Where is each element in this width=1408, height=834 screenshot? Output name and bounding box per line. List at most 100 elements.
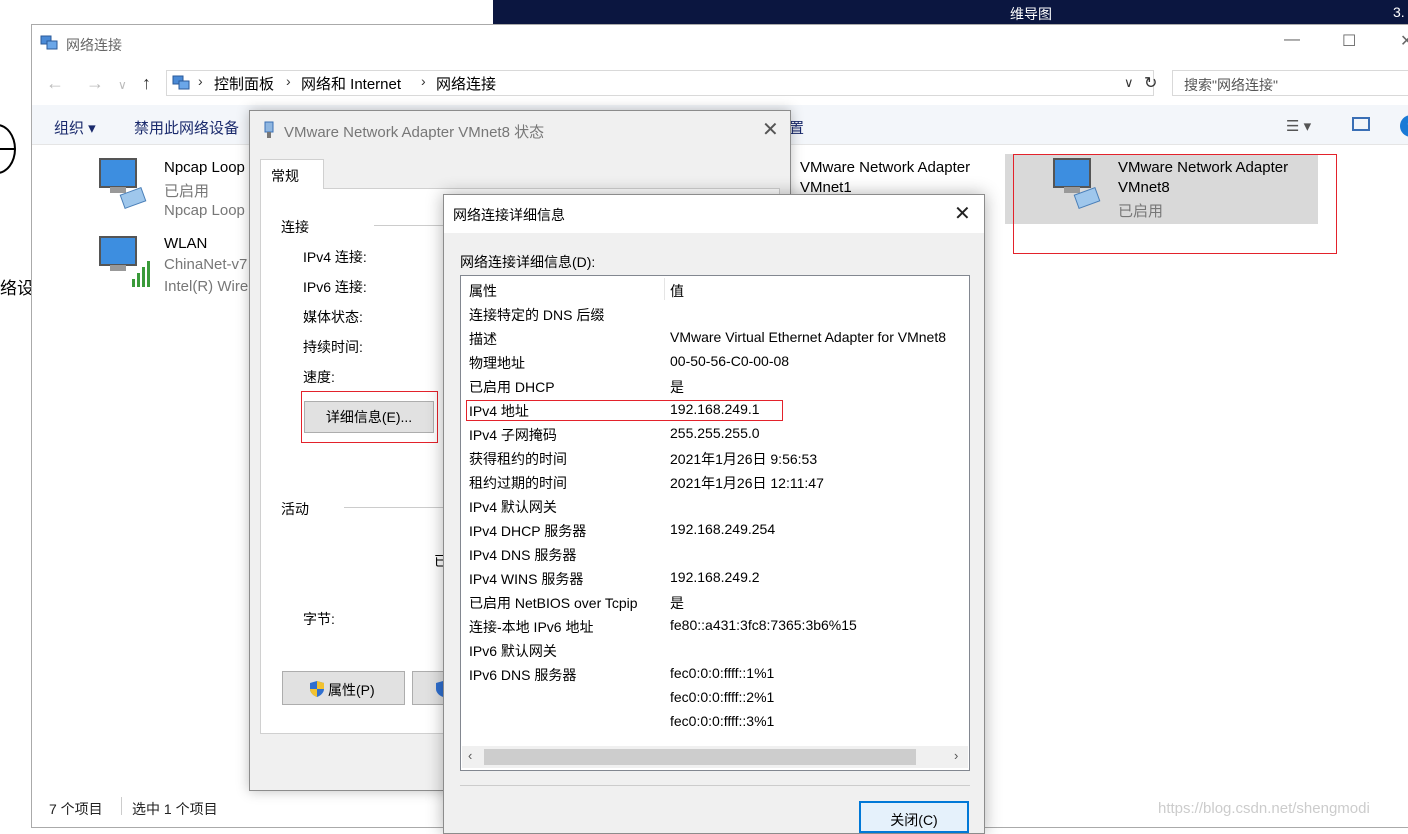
adapter-name[interactable]: WLAN bbox=[164, 235, 207, 252]
item-count: 7 个项目 bbox=[49, 801, 103, 817]
property-cell: IPv4 DHCP 服务器 bbox=[469, 523, 587, 539]
property-cell: 获得租约的时间 bbox=[469, 451, 567, 467]
property-cell: IPv6 DNS 服务器 bbox=[469, 667, 577, 683]
close-icon[interactable]: ✕ bbox=[762, 117, 779, 142]
adapter-name[interactable]: Npcap Loop bbox=[164, 159, 245, 176]
tab-general[interactable]: 常规 bbox=[260, 159, 324, 189]
property-cell: IPv4 默认网关 bbox=[469, 499, 557, 515]
table-row[interactable]: 租约过期的时间 2021年1月26日 12:11:47 bbox=[461, 470, 969, 494]
column-header-value[interactable]: 值 bbox=[670, 281, 684, 301]
column-divider[interactable] bbox=[664, 278, 665, 300]
ipv4-connectivity-label: IPv4 连接: bbox=[303, 249, 367, 265]
refresh-icon[interactable]: ↻ bbox=[1144, 73, 1157, 93]
dialog-separator bbox=[460, 785, 970, 786]
table-row[interactable]: IPv6 默认网关 bbox=[461, 638, 969, 662]
value-cell: 255.255.255.0 bbox=[670, 425, 760, 441]
wifi-adapter-icon bbox=[99, 236, 150, 287]
media-state-label: 媒体状态: bbox=[303, 309, 363, 325]
forward-arrow-icon[interactable]: → bbox=[86, 73, 104, 94]
table-row[interactable]: IPv4 DHCP 服务器 192.168.249.254 bbox=[461, 518, 969, 542]
table-row[interactable]: IPv4 子网掩码 255.255.255.0 bbox=[461, 422, 969, 446]
network-adapter-icon bbox=[99, 158, 147, 209]
selected-count: 选中 1 个项目 bbox=[132, 801, 218, 817]
property-cell: IPv4 WINS 服务器 bbox=[469, 571, 584, 587]
adapter-name[interactable]: VMware Network Adapter bbox=[800, 159, 970, 176]
background-fragment-text: 络设 bbox=[0, 279, 34, 298]
value-cell: 2021年1月26日 9:56:53 bbox=[670, 451, 818, 467]
breadcrumb-network-internet[interactable]: 网络和 Internet bbox=[301, 73, 401, 94]
property-cell: IPv4 DNS 服务器 bbox=[469, 547, 577, 563]
column-header-property[interactable]: 属性 bbox=[469, 281, 497, 301]
dialog-title: VMware Network Adapter VMnet8 状态 bbox=[284, 124, 545, 141]
table-row[interactable]: IPv4 WINS 服务器 192.168.249.2 bbox=[461, 566, 969, 590]
value-cell: fec0:0:0:ffff::1%1 bbox=[670, 665, 775, 681]
table-row[interactable]: 已启用 NetBIOS over Tcpip 是 bbox=[461, 590, 969, 614]
bytes-label: 字节: bbox=[303, 611, 335, 627]
breadcrumb-chevron-icon: › bbox=[421, 73, 426, 89]
adapter-icon bbox=[264, 121, 274, 138]
background-globe-line bbox=[0, 148, 14, 150]
connection-details-dialog: 网络连接详细信息 ✕ 网络连接详细信息(D): 属性 值 连接特定的 DNS 后… bbox=[443, 194, 985, 834]
value-cell: 是 bbox=[670, 379, 684, 395]
table-row[interactable]: IPv4 DNS 服务器 bbox=[461, 542, 969, 566]
toolbar-fragment[interactable]: 置 bbox=[789, 117, 804, 138]
breadcrumb-control-panel[interactable]: 控制面板 bbox=[214, 73, 274, 94]
value-cell: fe80::a431:3fc8:7365:3b6%15 bbox=[670, 617, 857, 633]
list-header: 属性 值 bbox=[461, 278, 969, 302]
ipv6-connectivity-label: IPv6 连接: bbox=[303, 279, 367, 295]
table-row[interactable]: IPv4 默认网关 bbox=[461, 494, 969, 518]
maximize-button[interactable]: ☐ bbox=[1342, 31, 1356, 51]
search-input[interactable]: 搜索"网络连接" bbox=[1172, 70, 1408, 96]
back-arrow-icon[interactable]: ← bbox=[46, 73, 64, 94]
table-row[interactable]: 已启用 DHCP 是 bbox=[461, 374, 969, 398]
value-cell: fec0:0:0:ffff::2%1 bbox=[670, 689, 775, 705]
details-list-view[interactable]: 属性 值 连接特定的 DNS 后缀 描述 VMware Virtual Ether… bbox=[460, 275, 970, 771]
details-list-label: 网络连接详细信息(D): bbox=[460, 254, 596, 270]
adapter-status: ChinaNet-v7 bbox=[164, 256, 248, 273]
adapter-device: Npcap Loop bbox=[164, 202, 245, 219]
group-connection-label: 连接 bbox=[281, 219, 309, 235]
search-placeholder: 搜索"网络连接" bbox=[1184, 77, 1278, 93]
preview-pane-icon[interactable] bbox=[1352, 117, 1370, 131]
breadcrumb-network-connections[interactable]: 网络连接 bbox=[436, 73, 496, 94]
value-cell: 192.168.249.254 bbox=[670, 521, 776, 537]
tab-label: 常规 bbox=[271, 168, 299, 184]
network-connections-icon bbox=[40, 35, 58, 50]
value-cell: 192.168.249.2 bbox=[670, 569, 760, 585]
view-options-icon[interactable]: ☰ ▾ bbox=[1286, 117, 1311, 135]
duration-label: 持续时间: bbox=[303, 339, 363, 355]
highlight-annotation-box bbox=[1013, 154, 1337, 254]
table-row[interactable]: IPv6 DNS 服务器 fec0:0:0:ffff::1%1 bbox=[461, 662, 969, 686]
disable-device-button[interactable]: 禁用此网络设备 bbox=[134, 117, 239, 138]
property-cell: 连接-本地 IPv6 地址 bbox=[469, 619, 594, 635]
address-dropdown-chevron-icon[interactable]: ∨ bbox=[1124, 75, 1134, 91]
table-row[interactable]: fec0:0:0:ffff::2%1 bbox=[461, 686, 969, 710]
value-cell: 2021年1月26日 12:11:47 bbox=[670, 475, 824, 491]
close-button[interactable]: 关闭(C) bbox=[859, 801, 969, 833]
table-row[interactable]: 连接-本地 IPv6 地址 fe80::a431:3fc8:7365:3b6%15 bbox=[461, 614, 969, 638]
close-icon[interactable]: ✕ bbox=[1400, 31, 1408, 51]
minimize-button[interactable]: — bbox=[1284, 31, 1300, 49]
recent-chevron-icon[interactable]: ∨ bbox=[118, 78, 127, 92]
scroll-right-icon[interactable]: › bbox=[954, 748, 958, 763]
close-button-label: 关闭(C) bbox=[890, 812, 938, 828]
scrollbar-thumb[interactable] bbox=[484, 749, 916, 765]
breadcrumb-chevron-icon: › bbox=[198, 73, 203, 89]
table-row[interactable]: 物理地址 00-50-56-C0-00-08 bbox=[461, 350, 969, 374]
properties-button[interactable]: 属性(P) bbox=[282, 671, 405, 705]
table-row[interactable]: fec0:0:0:ffff::3%1 bbox=[461, 710, 969, 734]
highlight-annotation-box bbox=[301, 391, 438, 443]
organize-button[interactable]: 组织 ▾ bbox=[54, 117, 96, 138]
group-divider bbox=[344, 507, 444, 508]
horizontal-scrollbar[interactable]: ‹ › bbox=[462, 746, 968, 768]
table-row[interactable]: 获得租约的时间 2021年1月26日 9:56:53 bbox=[461, 446, 969, 470]
table-row[interactable]: 连接特定的 DNS 后缀 bbox=[461, 302, 969, 326]
up-arrow-icon[interactable]: ↑ bbox=[142, 73, 151, 94]
table-row[interactable]: 描述 VMware Virtual Ethernet Adapter for VM… bbox=[461, 326, 969, 350]
property-cell: IPv4 子网掩码 bbox=[469, 427, 557, 443]
group-activity-label: 活动 bbox=[281, 501, 309, 517]
value-cell: 00-50-56-C0-00-08 bbox=[670, 353, 790, 369]
close-icon[interactable]: ✕ bbox=[954, 201, 971, 226]
highlight-annotation-box bbox=[466, 400, 783, 421]
scroll-left-icon[interactable]: ‹ bbox=[468, 748, 472, 763]
